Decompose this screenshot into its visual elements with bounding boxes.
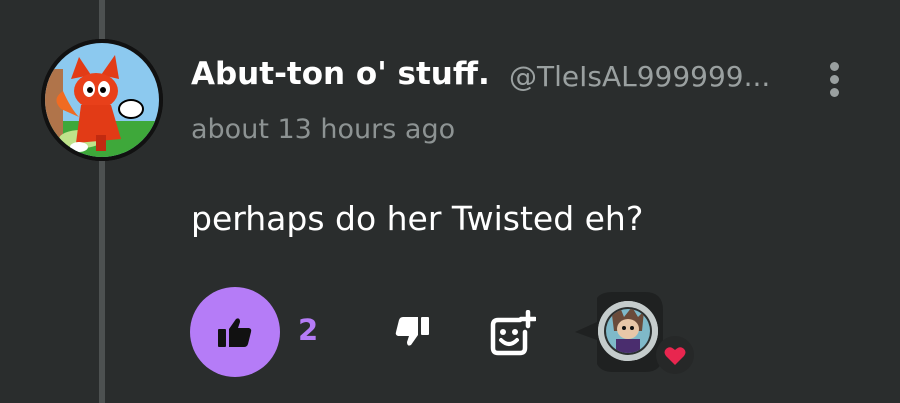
add-reaction-icon xyxy=(490,310,536,356)
author-handle[interactable]: @TleIsAL999999... xyxy=(509,60,789,93)
reaction-heart-badge xyxy=(656,336,694,374)
more-vertical-icon xyxy=(830,62,839,71)
author-avatar[interactable] xyxy=(41,39,163,161)
author-name[interactable]: Abut-ton o' stuff. xyxy=(191,56,490,92)
more-vertical-icon-dot xyxy=(830,88,839,97)
more-options-button[interactable] xyxy=(822,60,848,100)
author-avatar-image xyxy=(41,39,163,161)
comment-body: perhaps do her Twisted eh? xyxy=(191,199,644,238)
add-reaction-button[interactable] xyxy=(490,310,536,356)
like-button[interactable] xyxy=(190,287,280,377)
like-count: 2 xyxy=(298,313,319,347)
comment-timestamp: about 13 hours ago xyxy=(191,114,456,145)
reactor-avatar-image xyxy=(598,301,658,361)
thumbs-down-icon xyxy=(395,317,429,346)
heart-icon xyxy=(664,347,686,365)
more-vertical-icon-dot xyxy=(830,75,839,84)
thumbs-up-icon xyxy=(218,318,252,347)
reactor-avatar[interactable] xyxy=(598,301,658,361)
dislike-button[interactable] xyxy=(392,312,432,352)
